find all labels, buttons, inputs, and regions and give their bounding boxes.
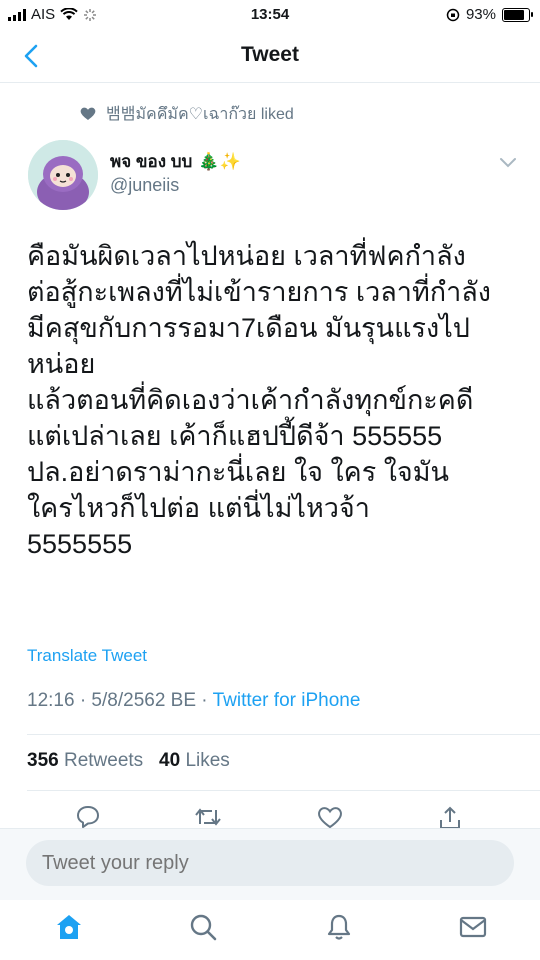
avatar[interactable] <box>28 140 98 210</box>
tweet-stats: 356 Retweets 40 Likes <box>27 750 230 772</box>
likes-label: Likes <box>185 750 230 771</box>
tab-bar <box>0 900 540 960</box>
battery-percent: 93% <box>465 6 496 23</box>
retweets-count: 356 <box>27 750 59 771</box>
tweet-timestamp: 12:16 · 5/8/2562 BE · <box>27 690 213 711</box>
search-icon[interactable] <box>188 912 218 942</box>
orientation-lock-icon <box>446 8 460 21</box>
reply-icon[interactable] <box>74 804 104 830</box>
status-bar: AIS 13:54 93% <box>0 0 540 30</box>
tweet-text: คือมันผิดเวลาไปหน่อย เวลาที่ฟคกำลัง ต่อส… <box>27 238 527 562</box>
tweet-line: คือมันผิดเวลาไปหน่อย เวลาที่ฟคกำลัง <box>27 241 466 271</box>
messages-icon[interactable] <box>458 912 488 942</box>
translate-tweet-link[interactable]: Translate Tweet <box>27 646 147 666</box>
page-title: Tweet <box>241 43 299 66</box>
reply-input[interactable] <box>26 840 514 886</box>
tweet-line: 5555555 <box>27 529 133 559</box>
retweet-icon[interactable] <box>193 804 223 830</box>
avatar-image <box>28 140 98 210</box>
tweet-line: ใครไหวก็ไปต่อ แต่นี่ไม่ไหวจ้า <box>27 493 370 523</box>
tweet-actions <box>0 800 540 830</box>
likes-count: 40 <box>159 750 181 771</box>
retweets-label: Retweets <box>63 750 144 771</box>
tweet-source-link[interactable]: Twitter for iPhone <box>213 690 361 711</box>
like-icon[interactable] <box>316 804 346 830</box>
social-context[interactable]: 뱀뱀มัคคึมัค♡เฉาก๊วย liked <box>80 100 294 127</box>
tweet-line: มีคสุขกับการรอมา7เดือน มันรุนแรงไป <box>27 313 470 343</box>
divider <box>27 734 540 735</box>
tweet-line: หน่อย <box>27 349 96 379</box>
tweet-line: ต่อสู้กะเพลงที่ไม่เข้ารายการ เวลาที่กำลั… <box>27 277 491 307</box>
display-name-text: พจ ของ บบ <box>110 152 193 171</box>
tweet-line: แล้วตอนที่คิดเองว่าเค้ากำลังทุกข์กะคดี <box>27 385 474 415</box>
retweets-stat[interactable]: 356 Retweets <box>27 750 143 771</box>
heart-icon <box>80 107 96 120</box>
tweet-line: แต่เปล่าเลย เค้าก็แฮปปี้ดีจ้า 555555 <box>27 421 443 451</box>
home-icon[interactable] <box>54 912 84 942</box>
share-icon[interactable] <box>436 804 466 830</box>
display-name-emoji: 🎄✨ <box>198 151 241 171</box>
reply-bar <box>0 828 540 901</box>
author-display-name[interactable]: พจ ของ บบ 🎄✨ <box>110 148 241 175</box>
battery-icon <box>502 7 533 22</box>
author-username[interactable]: @juneiis <box>110 175 179 196</box>
likes-stat[interactable]: 40 Likes <box>159 750 230 771</box>
chevron-down-icon[interactable] <box>498 154 518 170</box>
nav-bar: Tweet <box>0 30 540 83</box>
liked-by-text: 뱀뱀มัคคึมัค♡เฉาก๊วย liked <box>106 106 294 123</box>
tweet-line: ปล.อย่าดราม่ากะนี่เลย ใจ ใคร ใจมัน <box>27 457 449 487</box>
divider <box>27 790 540 791</box>
notifications-icon[interactable] <box>324 912 354 942</box>
tweet-meta: 12:16 · 5/8/2562 BE · Twitter for iPhone <box>27 690 360 712</box>
